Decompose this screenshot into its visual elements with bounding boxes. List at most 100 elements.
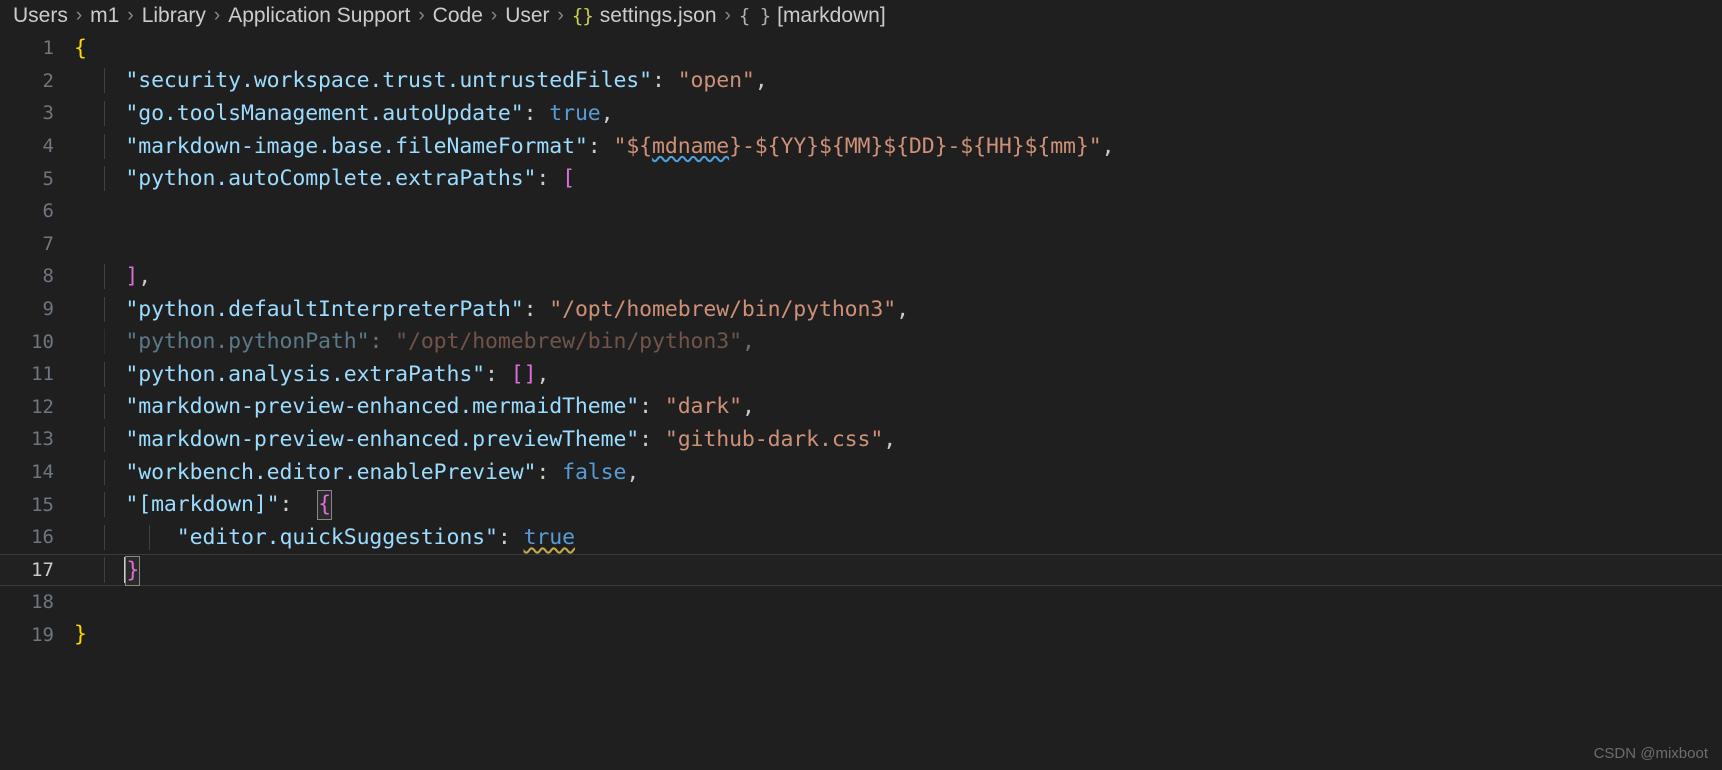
code-line[interactable]: 14 "workbench.editor.enablePreview": fal… xyxy=(0,456,1722,489)
code-content[interactable]: "[markdown]": { xyxy=(74,490,1722,521)
code-line[interactable]: 6 xyxy=(0,195,1722,228)
code-line[interactable]: 5 "python.autoComplete.extraPaths": [ xyxy=(0,162,1722,195)
code-content[interactable]: "go.toolsManagement.autoUpdate": true, xyxy=(74,100,1722,126)
brace-close-token: } xyxy=(74,622,87,648)
line-number[interactable]: 7 xyxy=(0,233,74,255)
string-value: "github-dark.css" xyxy=(664,426,884,452)
breadcrumb: Users › m1 › Library › Application Suppo… xyxy=(0,0,1722,32)
code-line[interactable]: 2 "security.workspace.trust.untrustedFil… xyxy=(0,65,1722,98)
code-content[interactable]: "workbench.editor.enablePreview": false, xyxy=(74,459,1722,485)
property-key: "markdown-preview-enhanced.previewTheme" xyxy=(125,426,640,452)
object-braces-icon: { } xyxy=(738,5,771,27)
line-number[interactable]: 11 xyxy=(0,363,74,385)
code-line[interactable]: 9 "python.defaultInterpreterPath": "/opt… xyxy=(0,293,1722,326)
code-line[interactable]: 16 "editor.quickSuggestions": true xyxy=(0,521,1722,554)
code-content[interactable]: "python.defaultInterpreterPath": "/opt/h… xyxy=(74,296,1722,322)
code-line[interactable]: 15 "[markdown]": { xyxy=(0,488,1722,521)
string-value: "open" xyxy=(677,68,755,94)
line-number[interactable]: 12 xyxy=(0,396,74,418)
breadcrumb-separator-icon: › xyxy=(127,5,134,26)
colon: : xyxy=(523,100,550,126)
line-number[interactable]: 19 xyxy=(0,624,74,646)
line-number[interactable]: 18 xyxy=(0,591,74,613)
line-number[interactable]: 8 xyxy=(0,265,74,287)
breadcrumb-label: Users xyxy=(13,4,68,27)
line-number[interactable]: 14 xyxy=(0,461,74,483)
breadcrumb-item-code[interactable]: Code xyxy=(432,4,484,28)
comma: , xyxy=(1101,133,1115,159)
code-content[interactable]: } xyxy=(74,555,1722,586)
line-number[interactable]: 5 xyxy=(0,168,74,190)
code-content[interactable]: "security.workspace.trust.untrustedFiles… xyxy=(74,68,1722,94)
code-line[interactable]: 3 "go.toolsManagement.autoUpdate": true, xyxy=(0,97,1722,130)
string-value-spellcheck-warning: mdname xyxy=(652,133,730,159)
colon: : xyxy=(485,361,511,387)
code-content[interactable]: ], xyxy=(74,263,1722,289)
watermark: CSDN @mixboot xyxy=(1593,745,1708,762)
line-number[interactable]: 2 xyxy=(0,70,74,92)
breadcrumb-separator-icon: › xyxy=(557,5,564,26)
line-number[interactable]: 10 xyxy=(0,331,74,353)
code-content[interactable]: "markdown-preview-enhanced.previewTheme"… xyxy=(74,426,1722,452)
code-line-deprecated[interactable]: 10 "python.pythonPath": "/opt/homebrew/b… xyxy=(0,325,1722,358)
line-number[interactable]: 15 xyxy=(0,494,74,516)
code-content[interactable]: "python.autoComplete.extraPaths": [ xyxy=(74,166,1722,192)
code-line-active[interactable]: 17 } xyxy=(0,553,1722,587)
breadcrumb-item-m1[interactable]: m1 xyxy=(89,4,120,28)
empty-array-token: [] xyxy=(510,361,537,387)
line-number[interactable]: 13 xyxy=(0,428,74,450)
breadcrumb-label: User xyxy=(505,4,550,27)
indent-guide xyxy=(104,68,105,94)
code-content[interactable]: "markdown-preview-enhanced.mermaidTheme"… xyxy=(74,394,1722,420)
breadcrumb-item-user[interactable]: User xyxy=(504,4,550,28)
code-line[interactable]: 8 ], xyxy=(0,260,1722,293)
code-editor[interactable]: 1 { 2 "security.workspace.trust.untruste… xyxy=(0,32,1722,770)
code-content[interactable]: "editor.quickSuggestions": true xyxy=(74,524,1722,550)
breadcrumb-item-library[interactable]: Library xyxy=(141,4,207,28)
line-number-active[interactable]: 17 xyxy=(0,559,74,581)
code-content[interactable]: { xyxy=(74,36,1722,61)
colon: : xyxy=(652,68,678,94)
code-line[interactable]: 12 "markdown-preview-enhanced.mermaidThe… xyxy=(0,391,1722,424)
breadcrumb-separator-icon: › xyxy=(490,5,498,26)
breadcrumb-item-application-support[interactable]: Application Support xyxy=(227,4,411,28)
comma: , xyxy=(626,459,640,485)
code-line[interactable]: 1 { xyxy=(0,32,1722,65)
line-number[interactable]: 16 xyxy=(0,526,74,548)
line-number[interactable]: 1 xyxy=(0,37,74,59)
code-content[interactable]: "python.analysis.extraPaths": [], xyxy=(74,361,1722,387)
line-number[interactable]: 3 xyxy=(0,102,74,124)
breadcrumb-item-users[interactable]: Users xyxy=(12,4,69,28)
indent-guide xyxy=(104,394,105,420)
code-line[interactable]: 13 "markdown-preview-enhanced.previewThe… xyxy=(0,423,1722,456)
breadcrumb-separator-icon: › xyxy=(724,5,731,26)
code-line[interactable]: 7 xyxy=(0,228,1722,261)
breadcrumb-item-settings-json[interactable]: {} settings.json xyxy=(571,4,718,28)
code-line[interactable]: 19 } xyxy=(0,619,1722,652)
indent-guide xyxy=(104,100,105,126)
code-content[interactable]: "python.pythonPath": "/opt/homebrew/bin/… xyxy=(74,329,1722,355)
property-key: "security.workspace.trust.untrustedFiles… xyxy=(125,68,652,94)
line-number[interactable]: 9 xyxy=(0,298,74,320)
code-line[interactable]: 18 xyxy=(0,586,1722,619)
line-number[interactable]: 4 xyxy=(0,135,74,157)
spacing xyxy=(292,492,318,517)
matching-brace-open: { xyxy=(317,490,332,521)
indent-guide xyxy=(104,296,105,322)
code-line[interactable]: 4 "markdown-image.base.fileNameFormat": … xyxy=(0,130,1722,163)
string-value-suffix: }-${YY}${MM}${DD}-${HH}${mm}" xyxy=(729,133,1102,159)
property-key: "python.defaultInterpreterPath" xyxy=(125,296,524,322)
line-number[interactable]: 6 xyxy=(0,200,74,222)
code-line[interactable]: 11 "python.analysis.extraPaths": [], xyxy=(0,358,1722,391)
breadcrumb-item-markdown-symbol[interactable]: { } [markdown] xyxy=(738,4,887,28)
indent-guide xyxy=(104,361,105,387)
code-content[interactable]: } xyxy=(74,622,1722,647)
code-content[interactable]: "markdown-image.base.fileNameFormat": "$… xyxy=(74,133,1722,159)
